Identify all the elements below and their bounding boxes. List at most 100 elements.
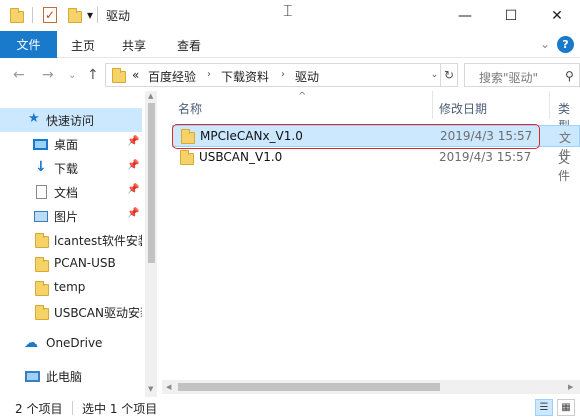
qa-dropdown-icon[interactable]: ▾ (87, 8, 93, 22)
scroll-left-icon[interactable]: ◀ (166, 383, 171, 391)
sidebar-item-label: 此电脑 (46, 370, 83, 384)
scrollbar-thumb[interactable] (178, 383, 440, 391)
scroll-right-icon[interactable]: ▶ (568, 383, 573, 391)
status-bar: 2 个项目 选中 1 个项目 ☰ ▦ (0, 397, 580, 419)
title-divider (97, 7, 98, 23)
close-button[interactable]: ✕ (534, 0, 580, 31)
ribbon-collapse-icon[interactable]: ⌄ (540, 37, 550, 51)
maximize-button[interactable]: ☐ (488, 0, 534, 31)
folder-icon (35, 233, 49, 248)
breadcrumb-item[interactable]: 驱动 (295, 68, 319, 85)
breadcrumb-separator[interactable]: › (207, 69, 211, 80)
ribbon-tabs: 文件 主页 共享 查看 ⌄ ? (0, 31, 580, 58)
text-cursor-icon: ⌶ (283, 1, 293, 20)
folder-icon (35, 257, 49, 272)
window-title: 驱动 (106, 9, 131, 23)
sidebar-item-downloads[interactable]: ↓ 下载 📌 (0, 156, 142, 180)
sidebar-item-label: USBCAN驱动安装 (54, 306, 142, 320)
highlight-annotation (172, 124, 540, 149)
title-bar: ✓ ▾ 驱动 ⌶ — ☐ ✕ (0, 0, 580, 31)
refresh-icon[interactable]: ↻ (441, 63, 458, 87)
recent-locations-icon[interactable]: ⌄ (68, 70, 76, 81)
file-list: ^ 名称 修改日期 类型 MPCIeCANx_V1.0 2019/4/3 15:… (162, 91, 580, 397)
file-row[interactable]: USBCAN_V1.0 2019/4/3 15:57 文件 (172, 147, 580, 183)
computer-icon (25, 371, 40, 382)
forward-arrow-icon[interactable]: → (42, 67, 54, 83)
pin-icon[interactable]: 📌 (127, 184, 139, 195)
column-header-date[interactable]: 修改日期 (439, 100, 487, 117)
tab-share[interactable]: 共享 (122, 37, 146, 54)
file-date: 2019/4/3 15:57 (439, 150, 532, 164)
column-divider[interactable] (432, 91, 433, 119)
navigation-bar: ← → ⌄ ↑ « 百度经验 › 下载资料 › 驱动 ⌄ ↻ 搜索"驱动" ⚲ (0, 58, 580, 91)
document-icon (36, 185, 47, 199)
sidebar-item-pictures[interactable]: 图片 📌 (0, 204, 142, 228)
file-name: USBCAN_V1.0 (199, 150, 283, 164)
address-bar[interactable]: « 百度经验 › 下载资料 › 驱动 (105, 63, 441, 87)
new-folder-icon[interactable] (68, 8, 82, 23)
search-icon[interactable]: ⚲ (565, 69, 574, 83)
address-folder-icon (112, 68, 126, 83)
scroll-up-icon[interactable]: ▲ (148, 92, 153, 100)
navigation-pane: ★ 快速访问 桌面 📌 ↓ 下载 📌 文档 📌 图片 📌 lcantest软件安… (0, 91, 157, 397)
desktop-icon (33, 139, 48, 150)
selection-count: 选中 1 个项目 (82, 402, 158, 416)
tab-view[interactable]: 查看 (177, 37, 201, 54)
horizontal-scrollbar[interactable]: ◀ ▶ (162, 380, 580, 394)
sidebar-item-quick-access[interactable]: ★ 快速访问 (0, 108, 142, 132)
back-arrow-icon[interactable]: ← (13, 67, 25, 83)
sidebar-item-temp[interactable]: temp (0, 276, 142, 300)
tab-home[interactable]: 主页 (71, 37, 95, 54)
sidebar-item-label: lcantest软件安装 (54, 234, 142, 248)
status-divider (72, 401, 73, 415)
sidebar-item-pcan-usb[interactable]: PCAN-USB (0, 252, 142, 276)
pin-icon[interactable]: 📌 (127, 136, 139, 147)
sidebar-item-label: temp (54, 280, 86, 294)
download-arrow-icon: ↓ (35, 159, 47, 175)
sidebar-item-label: PCAN-USB (54, 256, 116, 270)
sort-indicator-icon: ^ (298, 91, 307, 102)
scroll-down-icon[interactable]: ▼ (148, 385, 153, 393)
breadcrumb-item[interactable]: 下载资料 (221, 68, 269, 85)
properties-check-icon[interactable]: ✓ (43, 7, 57, 23)
star-icon: ★ (28, 111, 40, 126)
sidebar-item-onedrive[interactable]: ☁ OneDrive (0, 332, 142, 356)
sidebar-item-lcantest[interactable]: lcantest软件安装 (0, 228, 142, 252)
pin-icon[interactable]: 📌 (127, 160, 139, 171)
folder-icon (10, 8, 24, 23)
sidebar-item-desktop[interactable]: 桌面 📌 (0, 132, 142, 156)
minimize-button[interactable]: — (442, 0, 488, 31)
qa-divider (32, 7, 33, 23)
breadcrumb-overflow[interactable]: « (132, 68, 139, 82)
details-view-icon[interactable]: ☰ (535, 399, 553, 416)
column-divider[interactable] (549, 91, 550, 119)
folder-icon (35, 305, 49, 320)
sidebar-item-label: 快速访问 (46, 114, 95, 128)
sidebar-item-label: 图片 (54, 210, 79, 224)
help-icon[interactable]: ? (557, 36, 574, 53)
search-input[interactable]: 搜索"驱动" (479, 69, 538, 86)
breadcrumb-item[interactable]: 百度经验 (148, 68, 196, 85)
large-icons-view-icon[interactable]: ▦ (557, 399, 575, 416)
breadcrumb-separator[interactable]: › (281, 69, 285, 80)
sidebar-item-label: 下载 (54, 162, 79, 176)
sidebar-item-label: 桌面 (54, 138, 79, 152)
address-dropdown-icon[interactable]: ⌄ (428, 63, 441, 87)
sidebar-item-usbcan[interactable]: USBCAN驱动安装 (0, 300, 142, 324)
search-box[interactable]: 搜索"驱动" ⚲ (464, 63, 580, 87)
pin-icon[interactable]: 📌 (127, 208, 139, 219)
file-type: 文件 (558, 152, 571, 183)
cloud-icon: ☁ (24, 335, 38, 351)
tab-file[interactable]: 文件 (0, 31, 57, 58)
sidebar-item-label: OneDrive (46, 336, 103, 350)
sidebar-item-label: 文档 (54, 186, 79, 200)
scrollbar-thumb[interactable] (148, 103, 155, 263)
item-count: 2 个项目 (15, 402, 63, 416)
sidebar-scrollbar[interactable]: ▲ ▼ (145, 91, 157, 397)
folder-icon (35, 281, 49, 296)
column-header-name[interactable]: 名称 (178, 100, 202, 117)
up-arrow-icon[interactable]: ↑ (87, 67, 99, 83)
pictures-icon (34, 211, 48, 222)
sidebar-item-this-pc[interactable]: 此电脑 (0, 364, 142, 388)
sidebar-item-documents[interactable]: 文档 📌 (0, 180, 142, 204)
